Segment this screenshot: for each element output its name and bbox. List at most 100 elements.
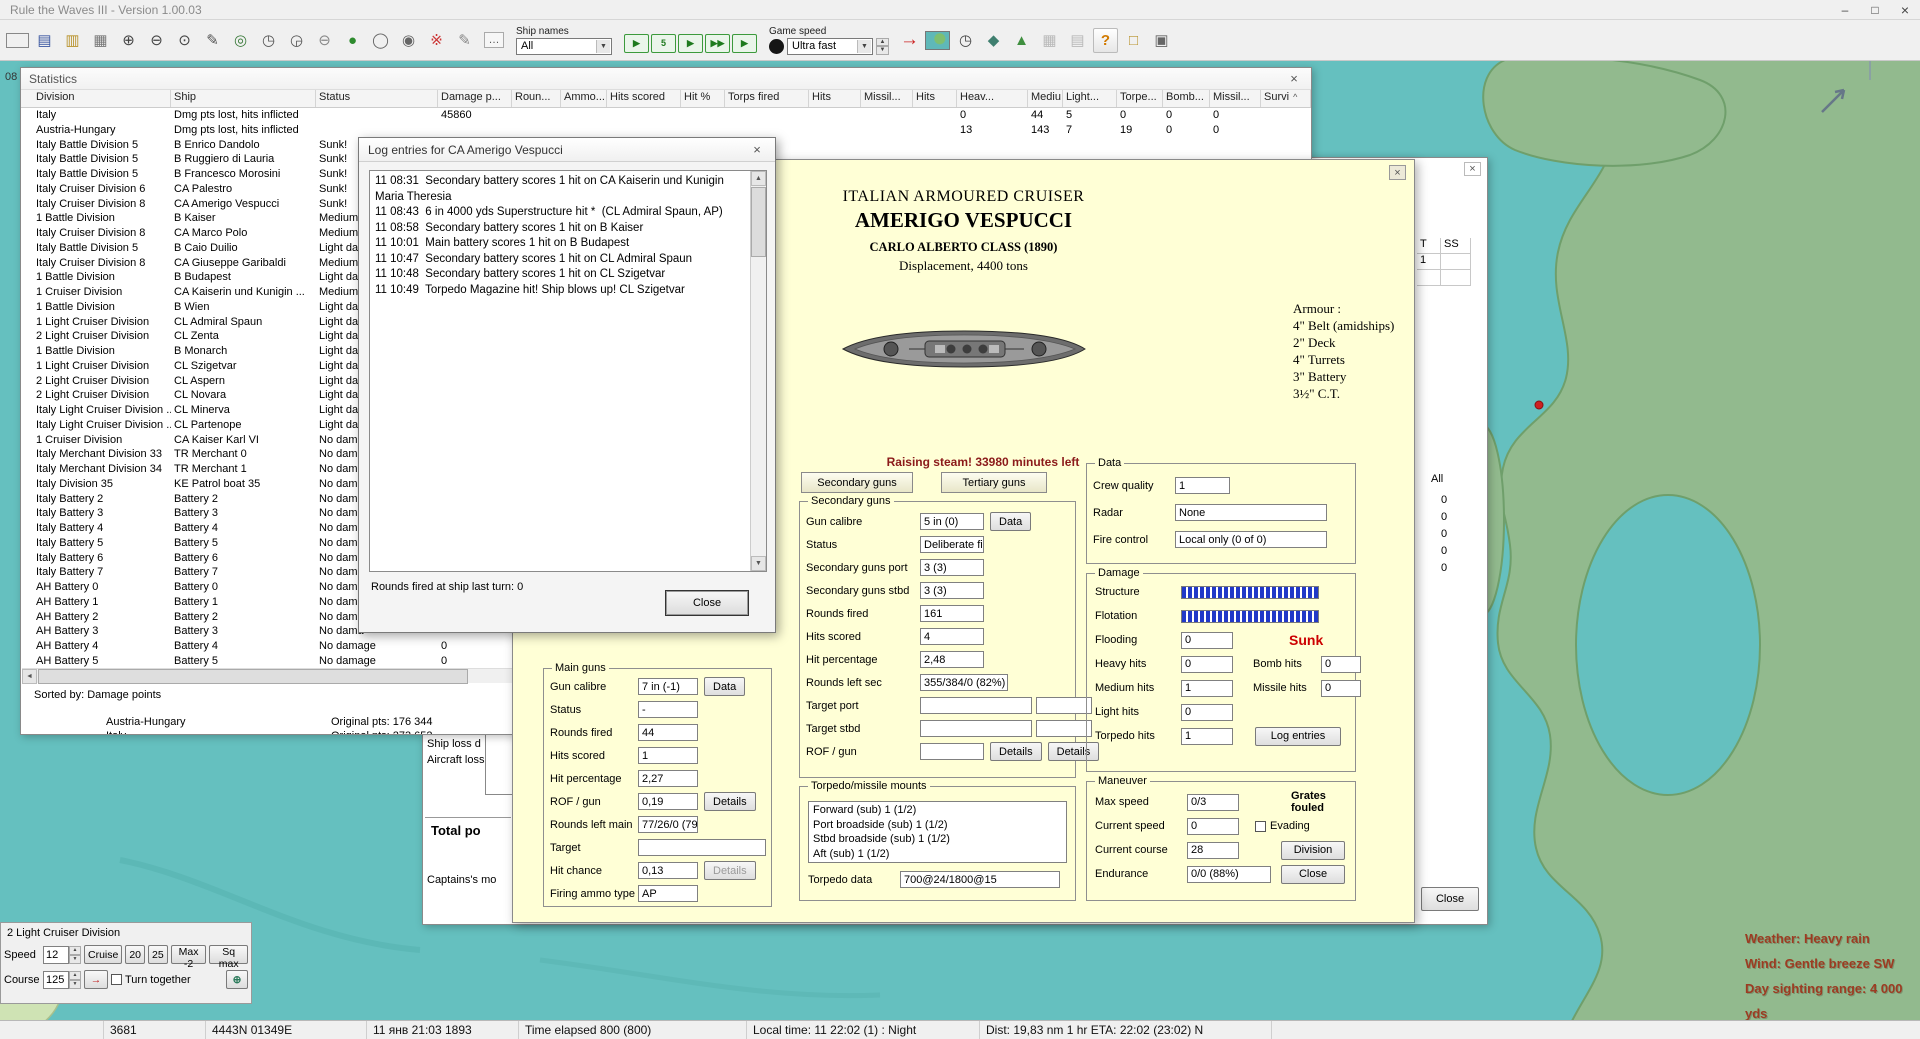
- nation-flag-icon[interactable]: [6, 33, 29, 48]
- minimize-button[interactable]: –: [1830, 0, 1860, 19]
- column-header-missil[interactable]: Missil...: [1210, 90, 1261, 107]
- measure-icon[interactable]: ✎: [200, 28, 225, 53]
- log-scrollbar[interactable]: ▲ ▼: [750, 171, 766, 571]
- spin-up-icon[interactable]: ▲: [876, 38, 889, 47]
- table-row[interactable]: ItalyDmg pts lost, hits inflicted4586004…: [21, 108, 1311, 123]
- go-icon[interactable]: ●: [340, 28, 365, 53]
- signal-icon[interactable]: ◆: [981, 28, 1006, 53]
- windows-icon[interactable]: □: [1121, 28, 1146, 53]
- column-header-ammo[interactable]: Ammo...: [561, 90, 607, 107]
- scroll-left-icon[interactable]: ◄: [22, 669, 37, 684]
- skip-button[interactable]: ▶: [732, 34, 757, 53]
- minimap-icon[interactable]: [925, 31, 950, 50]
- torpedo-mount-item[interactable]: Forward (sub) 1 (1/2): [813, 803, 1062, 818]
- scroll-down-icon[interactable]: ▼: [751, 556, 766, 571]
- column-header-division[interactable]: Division: [33, 90, 171, 107]
- column-header-damage-p[interactable]: Damage p...: [438, 90, 512, 107]
- ship-names-select[interactable]: All ▼: [516, 38, 612, 55]
- log-entries-button[interactable]: Log entries: [1255, 727, 1341, 746]
- play-5-button[interactable]: 5: [651, 34, 676, 53]
- column-header-ship[interactable]: Ship: [171, 90, 316, 107]
- zoom-in-icon[interactable]: ⊕: [116, 28, 141, 53]
- tab-tertiary-guns[interactable]: Tertiary guns: [941, 472, 1047, 493]
- log-entry[interactable]: 11 08:58 Secondary battery scores 1 hit …: [375, 221, 744, 237]
- report-close-button[interactable]: Close: [1421, 887, 1479, 911]
- log-entry[interactable]: 11 10:49 Torpedo Magazine hit! Ship blow…: [375, 283, 744, 299]
- plot-course-button[interactable]: →: [84, 970, 108, 989]
- speed-25-button[interactable]: 25: [148, 945, 168, 964]
- report-close-icon[interactable]: ×: [1464, 162, 1481, 176]
- log-entry[interactable]: 11 10:47 Secondary battery scores 1 hit …: [375, 252, 744, 268]
- contact-marker[interactable]: [1535, 401, 1543, 409]
- zoom-out-icon[interactable]: ⊖: [144, 28, 169, 53]
- zoom-reset-icon[interactable]: ⊙: [172, 28, 197, 53]
- column-header-hit[interactable]: Hit %: [681, 90, 725, 107]
- spin-up-icon[interactable]: ▲: [69, 946, 81, 955]
- game-speed-spinner[interactable]: ▲ ▼: [876, 38, 889, 55]
- statistics-close-icon[interactable]: ×: [1285, 71, 1303, 87]
- torpedo-mount-item[interactable]: Aft (sub) 1 (1/2): [813, 847, 1062, 862]
- spin-down-icon[interactable]: ▼: [876, 46, 889, 55]
- oob-table-icon[interactable]: ▦: [88, 28, 113, 53]
- stop-icon[interactable]: ⊖: [312, 28, 337, 53]
- splash-icon[interactable]: ※: [424, 28, 449, 53]
- column-header-light[interactable]: Light...: [1063, 90, 1117, 107]
- scroll-thumb[interactable]: [38, 669, 468, 684]
- column-header-missil[interactable]: Missil...: [861, 90, 913, 107]
- log-entry[interactable]: 11 10:01 Main battery scores 1 hit on B …: [375, 236, 744, 252]
- tab-secondary-guns[interactable]: Secondary guns: [801, 472, 913, 493]
- column-header-survi[interactable]: Survi^: [1261, 90, 1311, 107]
- terrain-icon[interactable]: ▲: [1009, 28, 1034, 53]
- table-row[interactable]: Austria-HungaryDmg pts lost, hits inflic…: [21, 123, 1311, 138]
- column-header-hits-scored[interactable]: Hits scored: [607, 90, 681, 107]
- division-button[interactable]: Division: [1281, 841, 1345, 860]
- squadron-max-button[interactable]: Sq max: [209, 945, 248, 964]
- torpedo-mount-item[interactable]: Port broadside (sub) 1 (1/2): [813, 818, 1062, 833]
- save-icon[interactable]: ▤: [32, 28, 57, 53]
- log-entry[interactable]: 11 08:31 Secondary battery scores 1 hit …: [375, 174, 744, 205]
- graph-icon[interactable]: ▤: [1065, 28, 1090, 53]
- help-button[interactable]: ?: [1093, 28, 1118, 53]
- evading-checkbox[interactable]: [1255, 821, 1266, 832]
- game-speed-select[interactable]: Ultra fast ▼: [787, 38, 873, 55]
- data-button[interactable]: Data: [704, 677, 745, 696]
- course-spinner[interactable]: 125 ▲ ▼: [43, 971, 81, 989]
- compass-button[interactable]: ⊕: [226, 970, 248, 989]
- advance-turn-icon[interactable]: →: [897, 28, 922, 53]
- speed-value[interactable]: 12: [43, 946, 69, 964]
- log-dialog-close-icon[interactable]: ×: [748, 142, 766, 158]
- draw-icon[interactable]: ✎: [452, 28, 477, 53]
- log-close-button[interactable]: Close: [665, 590, 749, 616]
- chart-icon[interactable]: ▦: [1037, 28, 1062, 53]
- details-button[interactable]: Details: [990, 742, 1042, 761]
- step-button[interactable]: ▶: [678, 34, 703, 53]
- time-icon[interactable]: ◷: [256, 28, 281, 53]
- scroll-up-icon[interactable]: ▲: [751, 171, 766, 186]
- play-button[interactable]: ▶: [624, 34, 649, 53]
- ship-close-button[interactable]: Close: [1281, 865, 1345, 884]
- log-entry[interactable]: 11 10:48 Secondary battery scores 1 hit …: [375, 267, 744, 283]
- close-button[interactable]: ×: [1890, 0, 1920, 19]
- spin-down-icon[interactable]: ▼: [69, 955, 81, 964]
- column-header-mediu[interactable]: Mediu...: [1028, 90, 1063, 107]
- ship-window-close-icon[interactable]: ×: [1389, 165, 1406, 180]
- column-header-status[interactable]: Status: [316, 90, 438, 107]
- hold-icon[interactable]: ◯: [368, 28, 393, 53]
- column-header-heav[interactable]: Heav...: [957, 90, 1028, 107]
- cruise-button[interactable]: Cruise: [84, 945, 122, 964]
- column-header-torps-fired[interactable]: Torps fired: [725, 90, 809, 107]
- log-entry[interactable]: 11 08:43 6 in 4000 yds Superstructure hi…: [375, 205, 744, 221]
- time-alt-icon[interactable]: ◶: [284, 28, 309, 53]
- data-button[interactable]: Data: [990, 512, 1031, 531]
- course-value[interactable]: 125: [43, 971, 69, 989]
- column-header-hits[interactable]: Hits: [809, 90, 861, 107]
- torpedo-mount-item[interactable]: Stbd broadside (sub) 1 (1/2): [813, 832, 1062, 847]
- speed-spinner[interactable]: 12 ▲ ▼: [43, 946, 81, 964]
- report-icon[interactable]: ▥: [60, 28, 85, 53]
- max-speed-button[interactable]: Max -2: [171, 945, 207, 964]
- maximize-button[interactable]: □: [1860, 0, 1890, 19]
- scroll-thumb[interactable]: [751, 187, 766, 257]
- spin-up-icon[interactable]: ▲: [69, 971, 81, 980]
- fast-forward-button[interactable]: ▶▶: [705, 34, 730, 53]
- spin-down-icon[interactable]: ▼: [69, 980, 81, 989]
